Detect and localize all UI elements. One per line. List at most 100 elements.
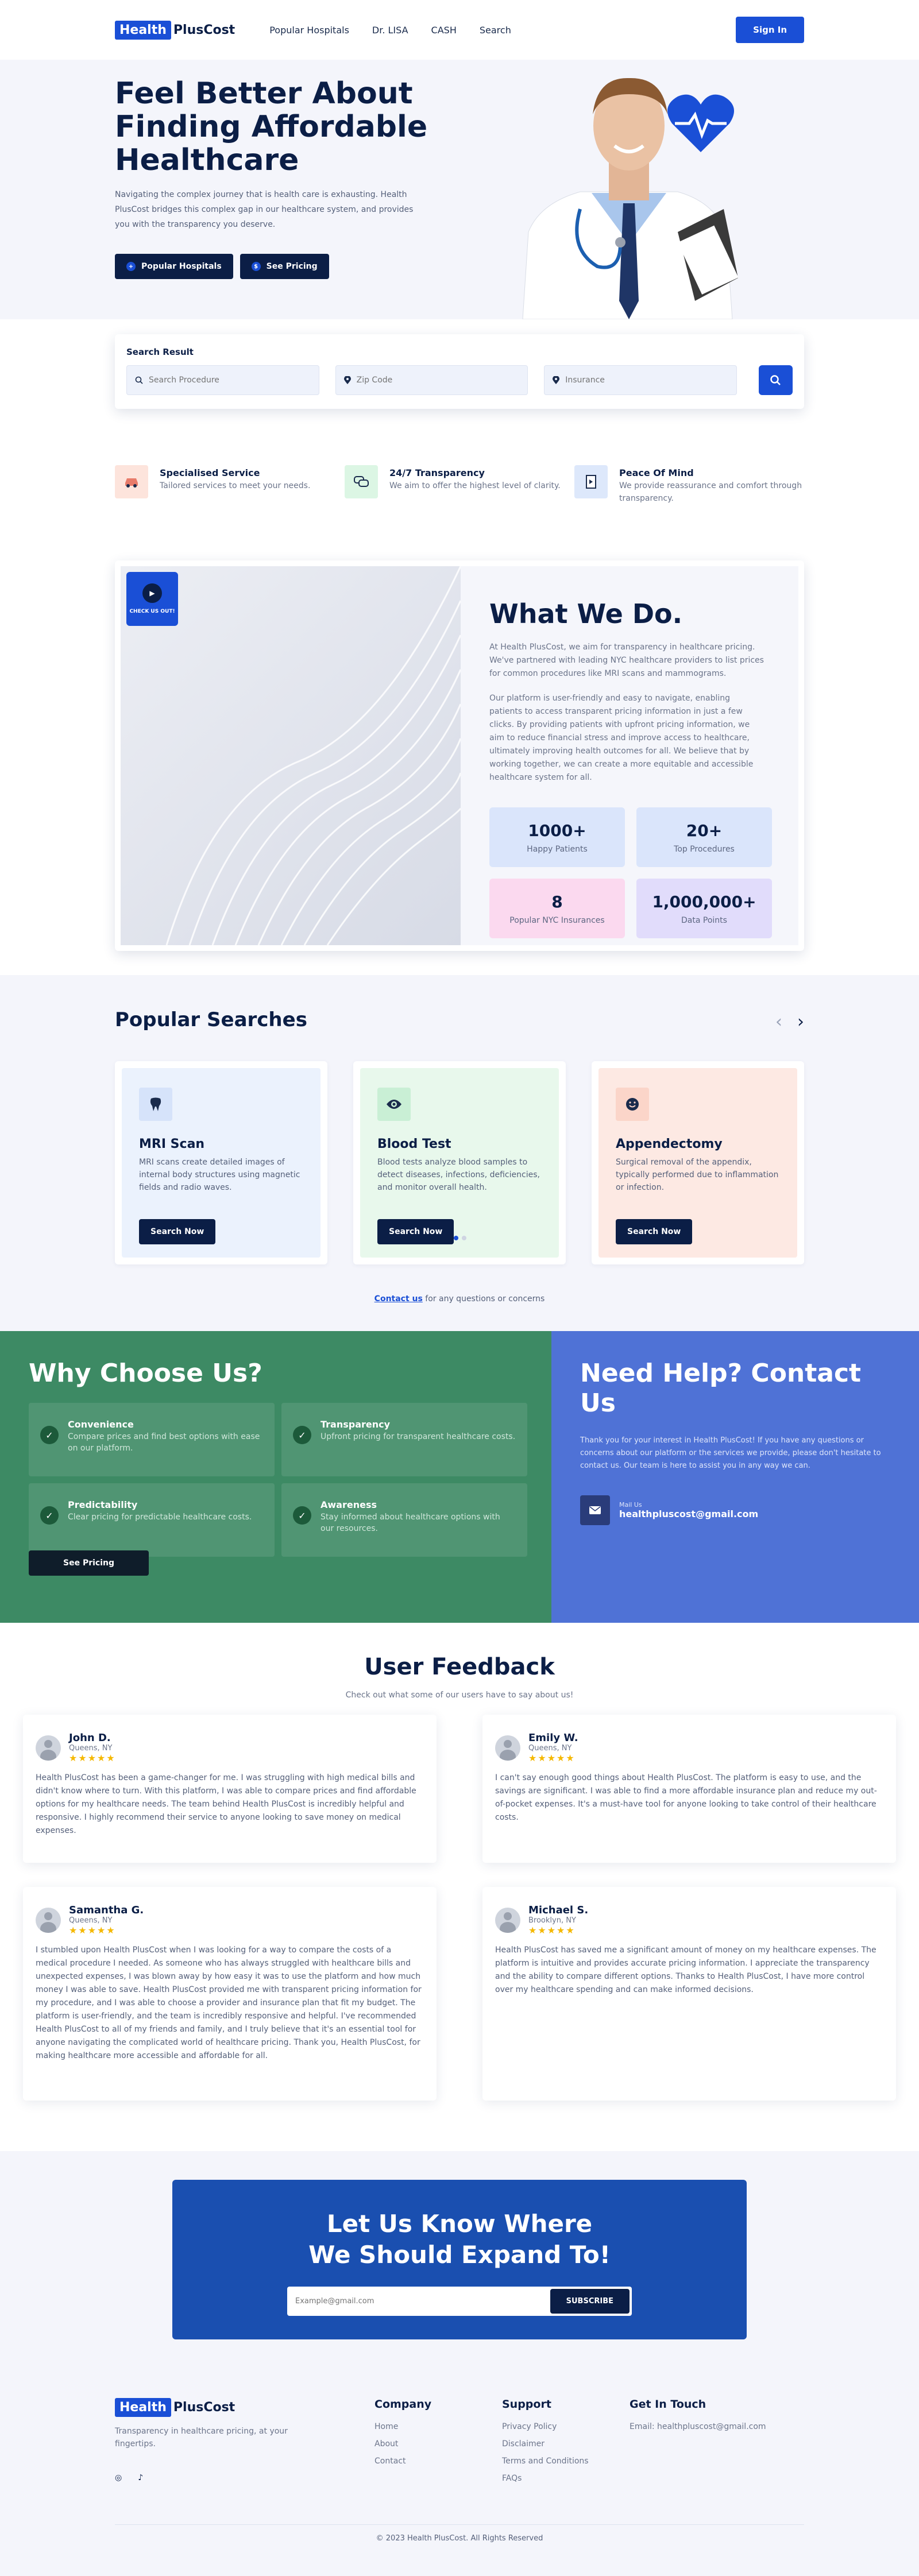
avatar <box>36 1735 61 1761</box>
feature-transparency: 24/7 Transparency We aim to offer the hig… <box>345 465 574 505</box>
prev-arrow-icon[interactable]: ‹ <box>775 1012 782 1032</box>
contact-us-link[interactable]: Contact us <box>374 1294 423 1304</box>
search-section: Search Result <box>0 319 919 434</box>
tiktok-icon[interactable]: ♪ <box>138 2473 143 2482</box>
carousel-dots[interactable] <box>454 1236 466 1240</box>
stats-grid: 1000+ Happy Patients 20+ Top Procedures 8 P… <box>489 807 772 938</box>
search-button-icon <box>770 375 781 385</box>
see-pricing-button-why[interactable]: See Pricing <box>29 1550 149 1576</box>
footer-link-home[interactable]: Home <box>374 2422 502 2431</box>
search-now-button[interactable]: Search Now <box>616 1219 693 1244</box>
play-icon: ▶ <box>142 583 162 603</box>
footer-link-faqs[interactable]: FAQs <box>502 2474 630 2483</box>
feature-text: Tailored services to meet your needs. <box>160 481 311 490</box>
avatar <box>495 1735 520 1761</box>
footer-link-about[interactable]: About <box>374 2439 502 2449</box>
star-rating-icon: ★★★★★ <box>528 1925 576 1936</box>
instagram-icon[interactable]: ◎ <box>115 2473 122 2482</box>
expand-section: Let Us Know Where We Should Expand To! S… <box>0 2151 919 2369</box>
user-feedback-section: User Feedback Check out what some of our… <box>0 1623 919 2151</box>
stat-label: Popular NYC Insurances <box>509 915 605 925</box>
footer-link-disclaimer[interactable]: Disclaimer <box>502 2439 630 2449</box>
hero-section: Feel Better About Finding Affordable Hea… <box>0 60 919 319</box>
insurance-pin-icon <box>553 376 560 384</box>
zip-input[interactable] <box>356 376 518 385</box>
card-text: Surgical removal of the appendix, typica… <box>616 1158 779 1192</box>
nav-link-popular-hospitals[interactable]: Popular Hospitals <box>269 25 349 36</box>
search-now-button[interactable]: Search Now <box>377 1219 454 1244</box>
mail-block[interactable]: Mail Us healthpluscost@gmail.com <box>580 1495 890 1525</box>
footer-link-terms[interactable]: Terms and Conditions <box>502 2457 630 2466</box>
why-help-section: Why Choose Us? ✓ Convenience Compare price… <box>0 1331 919 1623</box>
carousel-dot[interactable] <box>462 1236 466 1240</box>
stat-value: 8 <box>551 892 563 911</box>
car-icon <box>115 465 148 498</box>
search-now-button[interactable]: Search Now <box>139 1219 216 1244</box>
why-item-title: Transparency <box>321 1419 391 1430</box>
footer-link-contact[interactable]: Contact <box>374 2457 502 2466</box>
copyright: © 2023 Health PlusCost. All Rights Reser… <box>115 2524 804 2543</box>
search-card-blood-test: Blood Test Blood tests analyze blood sam… <box>353 1061 566 1264</box>
feature-peace-of-mind: Peace Of Mind We provide reassurance and … <box>574 465 804 505</box>
review-name: John D. <box>69 1732 111 1744</box>
footer-logo[interactable]: Health PlusCost <box>115 2398 374 2417</box>
tag-icon: $ <box>251 262 261 271</box>
search-button[interactable] <box>758 365 793 395</box>
nav-link-dr-lisa[interactable]: Dr. LISA <box>372 25 408 36</box>
what-we-do-section: ▶ CHECK US OUT! What We Do. At Health Pl… <box>0 526 919 951</box>
wave-image: ▶ CHECK US OUT! <box>121 566 461 945</box>
next-arrow-icon[interactable]: › <box>797 1012 804 1032</box>
check-icon: ✓ <box>40 1506 59 1525</box>
logo[interactable]: Health PlusCost <box>115 20 235 40</box>
nav-link-search[interactable]: Search <box>480 25 511 36</box>
review-text: I can't say enough good things about Hea… <box>495 1773 877 1822</box>
location-pin-icon <box>343 376 351 384</box>
subscribe-button[interactable]: SUBSCRIBE <box>550 2289 630 2314</box>
mail-address[interactable]: healthpluscost@gmail.com <box>619 1509 758 1519</box>
procedure-field[interactable] <box>126 365 319 395</box>
why-item-awareness: ✓ Awareness Stay informed about healthcare… <box>281 1483 527 1557</box>
hero-title: Feel Better About Finding Affordable Hea… <box>115 76 428 177</box>
review-place: Queens, NY <box>528 1744 572 1753</box>
star-rating-icon: ★★★★★ <box>528 1753 576 1763</box>
stat-label: Data Points <box>681 915 727 925</box>
see-pricing-label: See Pricing <box>266 262 318 271</box>
procedure-input[interactable] <box>149 376 310 385</box>
contact-line: Contact us for any questions or concerns <box>115 1294 804 1304</box>
popular-searches-section: Popular Searches ‹ › MRI Scan MRI scans … <box>0 975 919 1331</box>
insurance-input[interactable] <box>565 376 727 385</box>
footer-email[interactable]: Email: healthpluscost@gmail.com <box>630 2422 773 2431</box>
footer-link-privacy[interactable]: Privacy Policy <box>502 2422 630 2431</box>
badge-label: CHECK US OUT! <box>129 609 175 614</box>
review-text: Health PlusCost has saved me a significa… <box>495 1945 876 1994</box>
chat-icon <box>345 465 378 498</box>
popular-hospitals-button[interactable]: + Popular Hospitals <box>115 254 233 279</box>
email-input[interactable] <box>289 2289 550 2314</box>
check-us-out-video-button[interactable]: ▶ CHECK US OUT! <box>126 572 178 626</box>
footer-support-title: Support <box>502 2398 551 2411</box>
stat-data-points: 1,000,000+ Data Points <box>636 879 772 938</box>
carousel-dot[interactable] <box>454 1236 458 1240</box>
what-we-do-paragraph-2: Our platform is user-friendly and easy t… <box>489 694 754 782</box>
logo-box: Health <box>115 20 171 40</box>
sign-in-button[interactable]: Sign In <box>736 17 804 43</box>
nav-link-cash[interactable]: CASH <box>431 25 457 36</box>
search-card: Search Result <box>115 334 804 409</box>
zip-field[interactable] <box>335 365 528 395</box>
review-name: Michael S. <box>528 1904 589 1916</box>
what-we-do-paragraph-1: At Health PlusCost, we aim for transpare… <box>489 643 764 678</box>
why-item-text: Stay informed about healthcare options w… <box>321 1513 500 1533</box>
footer-company-title: Company <box>374 2398 432 2411</box>
insurance-field[interactable] <box>544 365 737 395</box>
stat-value: 1,000,000+ <box>652 892 756 911</box>
expand-title: Let Us Know Where We Should Expand To! <box>308 2210 611 2269</box>
stat-value: 20+ <box>686 821 723 840</box>
nav-links: Popular Hospitals Dr. LISA CASH Search <box>269 25 511 36</box>
footer: Health PlusCost Transparency in healthca… <box>0 2369 919 2576</box>
popular-searches-title: Popular Searches <box>115 1008 307 1031</box>
feedback-title: User Feedback <box>364 1654 555 1680</box>
review-text: I stumbled upon Health PlusCost when I w… <box>36 1945 422 2060</box>
see-pricing-button[interactable]: $ See Pricing <box>240 254 329 279</box>
stat-value: 1000+ <box>528 821 586 840</box>
card-title: Blood Test <box>377 1137 451 1151</box>
